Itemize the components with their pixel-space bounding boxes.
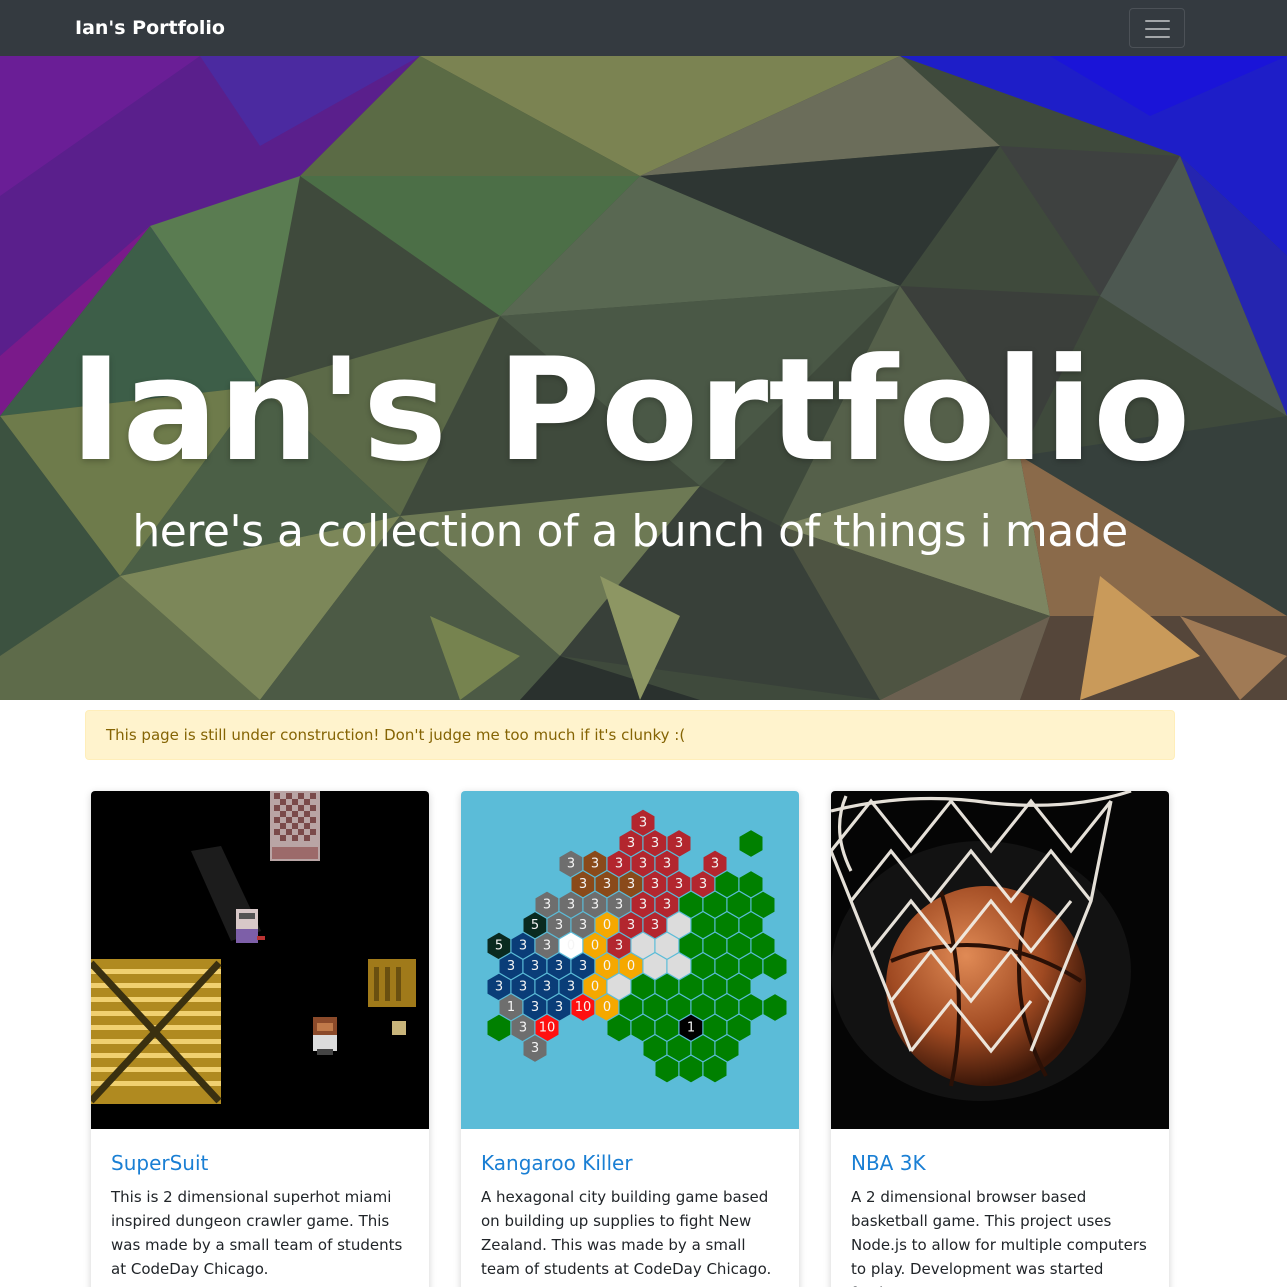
project-title-supersuit[interactable]: SuperSuit [111, 1150, 208, 1176]
project-title-kangaroo-killer[interactable]: Kangaroo Killer [481, 1150, 633, 1176]
hamburger-menu-icon-bar [1145, 28, 1170, 30]
hex-tile-label: 3 [519, 1021, 527, 1036]
hex-tile-label: 3 [699, 877, 707, 892]
hex-tile-label: 3 [603, 877, 611, 892]
hex-tile-label: 3 [663, 898, 671, 913]
hex-tile-label: 3 [651, 836, 659, 851]
hex-tile-label: 0 [567, 939, 575, 954]
hamburger-menu-icon [1145, 20, 1170, 22]
hex-tile-label: 3 [555, 1000, 563, 1015]
hex-tile-label: 0 [603, 918, 611, 933]
hero-banner: Ian's Portfolio here's a collection of a… [0, 56, 1287, 700]
hex-tile-label: 3 [675, 877, 683, 892]
hex-tile-label: 5 [495, 939, 503, 954]
hex-tile-label: 3 [663, 857, 671, 872]
hex-tile-label: 3 [519, 980, 527, 995]
hex-tile-label: 3 [615, 898, 623, 913]
project-card-supersuit: SuperSuit This is 2 dimensional superhot… [91, 791, 429, 1287]
hex-tile-label: 10 [575, 1000, 592, 1015]
kangaroo-killer-screenshot[interactable]: 3333333333333333333333533033533003333300… [461, 791, 799, 1129]
hex-tile-label: 3 [615, 939, 623, 954]
project-title-nba-3k[interactable]: NBA 3K [851, 1150, 926, 1176]
project-card-nba-3k: NBA 3K A 2 dimensional browser based bas… [831, 791, 1169, 1287]
hex-tile-label: 3 [567, 980, 575, 995]
hex-tile-label: 3 [639, 898, 647, 913]
supersuit-screenshot[interactable] [91, 791, 429, 1129]
navbar-toggle-button[interactable] [1129, 8, 1185, 48]
hero-title: Ian's Portfolio [69, 328, 1191, 493]
hex-tile-label: 3 [495, 980, 503, 995]
hex-tile-label: 3 [531, 1041, 539, 1056]
hex-tile-label: 3 [579, 918, 587, 933]
hamburger-menu-icon-bar [1145, 36, 1170, 38]
hex-tile-label: 3 [639, 857, 647, 872]
hex-tile-label: 3 [639, 816, 647, 831]
kangaroo-killer-game-image: 33 3 33 3 3 3 3 33 3 3 3 3 33 3 3 3 3 35 3 3 0 3 35 3 3 0 0 33 3 3 3 0 0… [461, 791, 799, 1129]
hex-tile-label: 10 [539, 1021, 556, 1036]
hex-tile-label: 3 [555, 959, 563, 974]
hex-tile-label: 3 [627, 877, 635, 892]
supersuit-game-image [91, 791, 429, 1129]
hex-tile-label: 0 [627, 959, 635, 974]
hex-tile-label: 3 [675, 836, 683, 851]
hex-tile-label: 3 [567, 898, 575, 913]
hex-tile-label: 3 [519, 939, 527, 954]
hex-tile-label: 3 [591, 857, 599, 872]
hex-tile-label: 3 [579, 877, 587, 892]
hex-tile-label: 3 [543, 980, 551, 995]
hex-tile-label: 3 [627, 836, 635, 851]
hex-tile-label: 0 [591, 939, 599, 954]
hex-tile-label: 3 [651, 918, 659, 933]
hex-tile-label: 3 [591, 898, 599, 913]
hex-tile-label: 5 [531, 918, 539, 933]
hex-tile-label: 3 [567, 857, 575, 872]
hex-tile-label: 3 [615, 857, 623, 872]
hex-tile-label: 3 [555, 918, 563, 933]
hex-tile-label: 3 [507, 959, 515, 974]
hex-tile-label: 0 [603, 959, 611, 974]
project-description-nba-3k: A 2 dimensional browser based basketball… [851, 1188, 1147, 1287]
nba-3k-screenshot[interactable] [831, 791, 1169, 1129]
hex-tile-label: 1 [507, 1000, 515, 1015]
hex-tile-label: 3 [531, 1000, 539, 1015]
hero-subtitle: here's a collection of a bunch of things… [132, 506, 1128, 557]
hex-tile-label: 3 [579, 959, 587, 974]
hex-tile-label: 0 [603, 1000, 611, 1015]
hex-tile-label: 1 [687, 1021, 695, 1036]
hex-tile-label: 3 [711, 857, 719, 872]
project-card-kangaroo-killer: 3333333333333333333333533033533003333300… [461, 791, 799, 1287]
hex-tile-label: 3 [651, 877, 659, 892]
project-description-supersuit: This is 2 dimensional superhot miami ins… [111, 1188, 403, 1278]
hex-tile-label: 3 [531, 959, 539, 974]
hex-tile-label: 0 [591, 980, 599, 995]
basketball-net-image [831, 791, 1169, 1129]
hex-tile-label: 3 [627, 918, 635, 933]
navbar: Ian's Portfolio [0, 0, 1287, 56]
construction-alert: This page is still under construction! D… [85, 710, 1175, 760]
project-description-kangaroo-killer: A hexagonal city building game based on … [481, 1188, 772, 1278]
hex-tile-label: 3 [543, 898, 551, 913]
navbar-brand[interactable]: Ian's Portfolio [75, 15, 225, 41]
hex-tile-label: 3 [543, 939, 551, 954]
